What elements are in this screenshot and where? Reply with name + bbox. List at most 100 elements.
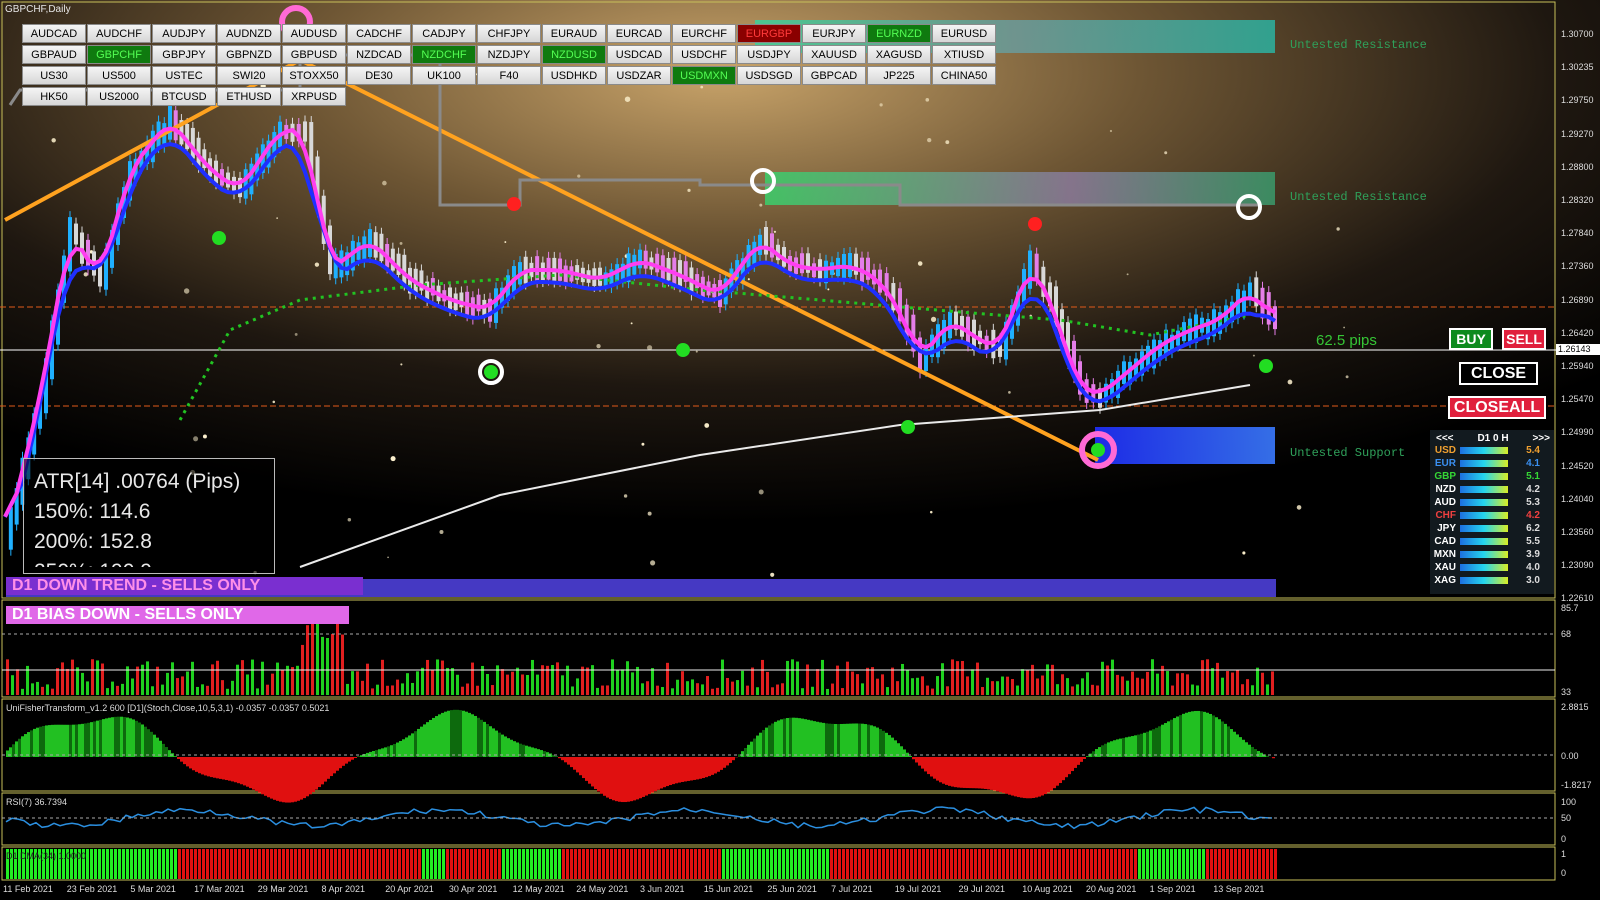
symbol-button-nzdchf[interactable]: NZDCHF <box>412 45 476 64</box>
symbol-button-gbpjpy[interactable]: GBPJPY <box>152 45 216 64</box>
symbol-button-xtiusd[interactable]: XTIUSD <box>932 45 996 64</box>
symbol-button-eurchf[interactable]: EURCHF <box>672 24 736 43</box>
symbol-button-us2000[interactable]: US2000 <box>87 87 151 106</box>
symbol-button-gbpusd[interactable]: GBPUSD <box>282 45 346 64</box>
symbol-button-audcad[interactable]: AUDCAD <box>22 24 86 43</box>
strength-prev-button[interactable]: <<< <box>1436 433 1454 444</box>
symbol-button-us30[interactable]: US30 <box>22 66 86 85</box>
atr-info-box: ATR[14] .00764 (Pips) 150%: 114.6 200%: … <box>23 458 275 574</box>
symbol-button-swi20[interactable]: SWI20 <box>217 66 281 85</box>
fisher-bar <box>114 716 117 757</box>
symbol-button-eurusd[interactable]: EURUSD <box>932 24 996 43</box>
strength-next-button[interactable]: >>> <box>1532 433 1550 444</box>
date-tick: 3 Jun 2021 <box>640 884 685 894</box>
dma-bar <box>274 849 277 879</box>
symbol-button-eurgbp[interactable]: EURGBP <box>737 24 801 43</box>
dma-bar <box>670 849 673 879</box>
fisher-bar <box>168 750 171 757</box>
fisher-bar <box>825 723 828 757</box>
symbol-button-btcusd[interactable]: BTCUSD <box>152 87 216 106</box>
volume-bar <box>911 678 914 695</box>
fisher-bar <box>1155 727 1158 757</box>
dma-bar <box>998 849 1001 879</box>
symbol-button-ethusd[interactable]: ETHUSD <box>217 87 281 106</box>
dma-bar <box>850 849 853 879</box>
symbol-button-gbpcad[interactable]: GBPCAD <box>802 66 866 85</box>
symbol-button-xagusd[interactable]: XAGUSD <box>867 45 931 64</box>
symbol-button-china50[interactable]: CHINA50 <box>932 66 996 85</box>
symbol-button-xrpusd[interactable]: XRPUSD <box>282 87 346 106</box>
symbol-button-eurcad[interactable]: EURCAD <box>607 24 671 43</box>
symbol-button-audusd[interactable]: AUDUSD <box>282 24 346 43</box>
symbol-button-audnzd[interactable]: AUDNZD <box>217 24 281 43</box>
fisher-label: UniFisherTransform_v1.2 600 [D1](Stoch,C… <box>6 703 330 713</box>
strength-value: 6.2 <box>1526 523 1540 534</box>
symbol-button-nzdjpy[interactable]: NZDJPY <box>477 45 541 64</box>
symbol-button-nzdcad[interactable]: NZDCAD <box>347 45 411 64</box>
closeall-button[interactable]: CLOSEALL <box>1448 396 1546 419</box>
symbol-button-gbpnzd[interactable]: GBPNZD <box>217 45 281 64</box>
fisher-bar <box>1167 721 1170 757</box>
dma-bar <box>618 849 621 879</box>
volume-bar <box>326 638 329 695</box>
fisher-bar <box>60 724 63 757</box>
volume-bar <box>346 683 349 695</box>
symbol-button-usdjpy[interactable]: USDJPY <box>737 45 801 64</box>
fisher-bar <box>339 757 342 769</box>
strength-currency: NZD <box>1435 484 1456 495</box>
fisher-bar <box>480 719 483 757</box>
symbol-button-audjpy[interactable]: AUDJPY <box>152 24 216 43</box>
fisher-bar <box>309 757 312 795</box>
fisher-bar <box>189 757 192 769</box>
fisher-bar <box>720 757 723 770</box>
symbol-button-usdcad[interactable]: USDCAD <box>607 45 671 64</box>
symbol-button-jp225[interactable]: JP225 <box>867 66 931 85</box>
close-button[interactable]: CLOSE <box>1459 362 1538 385</box>
symbol-button-uk100[interactable]: UK100 <box>412 66 476 85</box>
volume-bar <box>1226 671 1229 695</box>
volume-bar <box>1051 664 1054 695</box>
symbol-button-usdmxn[interactable]: USDMXN <box>672 66 736 85</box>
dma-bar <box>746 849 749 879</box>
dma-bar <box>946 849 949 879</box>
symbol-button-usdsgd[interactable]: USDSGD <box>737 66 801 85</box>
symbol-button-ustec[interactable]: USTEC <box>152 66 216 85</box>
candle-body <box>74 223 78 245</box>
symbol-button-eurnzd[interactable]: EURNZD <box>867 24 931 43</box>
symbol-button-us500[interactable]: US500 <box>87 66 151 85</box>
dma-bar <box>394 849 397 879</box>
symbol-button-cadjpy[interactable]: CADJPY <box>412 24 476 43</box>
fisher-bar <box>816 721 819 757</box>
symbol-button-usdchf[interactable]: USDCHF <box>672 45 736 64</box>
symbol-button-eurjpy[interactable]: EURJPY <box>802 24 866 43</box>
symbol-button-xauusd[interactable]: XAUUSD <box>802 45 866 64</box>
fisher-bar <box>132 719 135 757</box>
symbol-button-gbpchf[interactable]: GBPCHF <box>87 45 151 64</box>
symbol-button-euraud[interactable]: EURAUD <box>542 24 606 43</box>
current-price-label: 1.26143 <box>1556 344 1600 355</box>
fisher-bar <box>1266 755 1269 757</box>
volume-bar <box>306 625 309 695</box>
dma-bar <box>654 849 657 879</box>
symbol-button-de30[interactable]: DE30 <box>347 66 411 85</box>
symbol-button-usdzar[interactable]: USDZAR <box>607 66 671 85</box>
symbol-button-usdhkd[interactable]: USDHKD <box>542 66 606 85</box>
buy-button[interactable]: BUY <box>1449 328 1493 350</box>
symbol-button-cadchf[interactable]: CADCHF <box>347 24 411 43</box>
symbol-button-gbpaud[interactable]: GBPAUD <box>22 45 86 64</box>
volume-bar <box>391 685 394 695</box>
fisher-bar <box>870 725 873 757</box>
symbol-button-chfjpy[interactable]: CHFJPY <box>477 24 541 43</box>
price-tick: 1.25940 <box>1561 361 1594 371</box>
symbol-button-audchf[interactable]: AUDCHF <box>87 24 151 43</box>
symbol-button-hk50[interactable]: HK50 <box>22 87 86 106</box>
fisher-bar <box>1047 757 1050 793</box>
symbol-button-nzdusd[interactable]: NZDUSD <box>542 45 606 64</box>
buy-signal-dot <box>676 343 690 357</box>
fisher-bar <box>54 724 57 757</box>
fisher-bar <box>342 757 345 766</box>
sell-button[interactable]: SELL <box>1502 328 1546 350</box>
symbol-button-f40[interactable]: F40 <box>477 66 541 85</box>
fisher-bar <box>9 747 12 757</box>
symbol-button-stoxx50[interactable]: STOXX50 <box>282 66 346 85</box>
